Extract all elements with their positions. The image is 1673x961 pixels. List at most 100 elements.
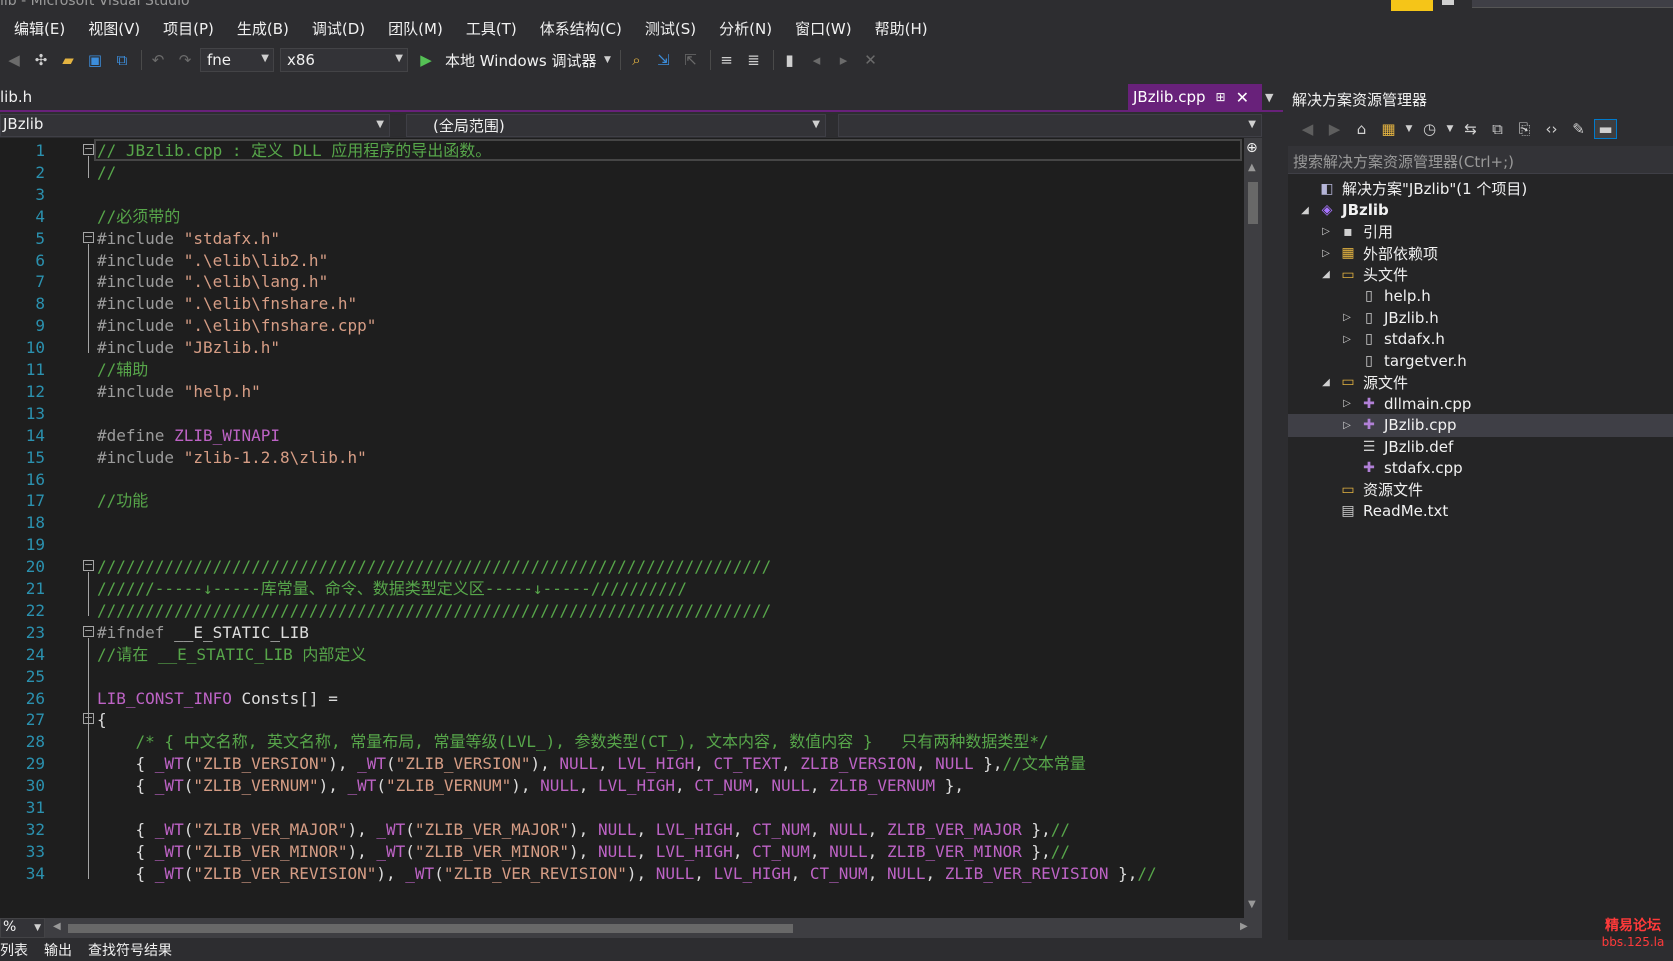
tree-item[interactable]: ▷ ▪ 引用 <box>1288 220 1673 243</box>
project-select[interactable]: JBzlib ▼ <box>0 114 390 137</box>
next-bookmark-icon[interactable]: ▸ <box>832 51 856 69</box>
menu-item[interactable]: 帮助(H) <box>875 18 928 39</box>
menu-item[interactable]: 视图(V) <box>88 18 140 39</box>
tree-item[interactable]: ▷ ▯ stdafx.h <box>1288 328 1673 351</box>
new-project-icon[interactable]: ✣ <box>29 51 53 69</box>
expand-icon[interactable]: ▷ <box>1340 312 1354 323</box>
minimize-icon[interactable] <box>1442 0 1454 5</box>
fold-toggle-icon[interactable]: − <box>83 143 94 155</box>
close-icon[interactable]: ✕ <box>1236 88 1249 107</box>
tree-item[interactable]: ✚ stdafx.cpp <box>1288 457 1673 480</box>
scope-select[interactable]: (全局范围) ▼ <box>406 114 826 137</box>
bottom-tab[interactable]: 列表 <box>0 940 28 960</box>
bookmark-icon[interactable]: ▮ <box>778 51 802 69</box>
find-icon[interactable]: ⌕ <box>625 51 649 69</box>
expand-icon[interactable]: ▷ <box>1340 334 1354 345</box>
tab-overflow-icon[interactable]: ▼ <box>1265 91 1273 104</box>
tree-item[interactable]: ▯ help.h <box>1288 285 1673 308</box>
expand-icon[interactable]: ▷ <box>1319 248 1333 259</box>
preview-icon[interactable]: ▬ <box>1594 119 1617 139</box>
tree-item[interactable]: ◢ ◈ JBzlib <box>1288 199 1673 222</box>
redo-icon[interactable]: ↷ <box>173 51 197 69</box>
tree-item[interactable]: ☰ JBzlib.def <box>1288 435 1673 458</box>
tree-item[interactable]: ▤ ReadMe.txt <box>1288 500 1673 523</box>
save-icon[interactable]: ▣ <box>83 51 107 69</box>
menu-item[interactable]: 生成(B) <box>237 18 289 39</box>
tree-item[interactable]: ▷ ✚ dllmain.cpp <box>1288 392 1673 415</box>
expand-icon[interactable]: ▷ <box>1340 398 1354 409</box>
show-all-files-icon[interactable]: ⎘ <box>1513 120 1536 138</box>
prev-bookmark-icon[interactable]: ◂ <box>805 51 829 69</box>
horizontal-scrollbar[interactable]: % ▼ ◀ ▶ <box>0 918 1262 938</box>
menu-item[interactable]: 窗口(W) <box>795 18 852 39</box>
split-icon[interactable]: ⊕ <box>1246 140 1258 156</box>
vertical-scrollbar[interactable]: ⊕ ▲ ▼ <box>1244 138 1262 918</box>
platform-select[interactable]: x86 ▼ <box>280 48 408 72</box>
chevron-down-icon[interactable]: ▼ <box>603 55 613 65</box>
scroll-left-icon[interactable]: ◀ <box>53 921 61 932</box>
switch-views-icon[interactable]: ▦ <box>1377 120 1400 138</box>
back-icon[interactable]: ◀ <box>1296 120 1319 138</box>
menu-item[interactable]: 项目(P) <box>163 18 214 39</box>
clear-bookmarks-icon[interactable]: ✕ <box>859 51 883 69</box>
step-out-icon[interactable]: ⇱ <box>679 51 703 69</box>
start-debugger-button[interactable]: 本地 Windows 调试器 <box>445 50 597 71</box>
tab-jbzlib-cpp[interactable]: JBzlib.cpp ⊞ ✕ <box>1128 84 1262 110</box>
quick-launch-input[interactable] <box>1472 0 1673 8</box>
home-icon[interactable]: ⌂ <box>1350 120 1373 138</box>
comment-icon[interactable]: ≡ <box>715 51 739 69</box>
collapse-icon[interactable]: ◢ <box>1298 205 1312 216</box>
view-code-icon[interactable]: ‹› <box>1540 120 1563 138</box>
horizontal-scroll-thumb[interactable] <box>68 924 793 933</box>
uncomment-icon[interactable]: ≣ <box>742 51 766 69</box>
scroll-up-icon[interactable]: ▲ <box>1248 162 1256 173</box>
notification-flag-icon[interactable] <box>1391 0 1433 11</box>
properties-icon[interactable]: ✎ <box>1567 120 1590 138</box>
collapse-icon[interactable]: ◢ <box>1319 377 1333 388</box>
chevron-down-icon[interactable]: ▼ <box>1445 124 1455 134</box>
fold-toggle-icon[interactable]: − <box>83 231 94 243</box>
scroll-right-icon[interactable]: ▶ <box>1240 921 1248 932</box>
member-select[interactable]: ▼ <box>838 114 1262 137</box>
step-icon[interactable]: ⇲ <box>652 51 676 69</box>
tree-item[interactable]: ◧ 解决方案"JBzlib"(1 个项目) <box>1288 177 1673 200</box>
fold-toggle-icon[interactable]: − <box>83 559 94 572</box>
menu-item[interactable]: 编辑(E) <box>14 18 65 39</box>
code-editor[interactable]: 1−// JBzlib.cpp : 定义 DLL 应用程序的导出函数。 2//3 4… <box>0 138 1262 918</box>
menu-item[interactable]: 测试(S) <box>645 18 696 39</box>
tree-item[interactable]: ◢ ▭ 头文件 <box>1288 263 1673 286</box>
tree-item[interactable]: ▷ ✚ JBzlib.cpp <box>1288 413 1673 437</box>
sync-icon[interactable]: ⇆ <box>1459 120 1482 138</box>
scroll-thumb[interactable] <box>1248 182 1258 224</box>
tree-item[interactable]: ◢ ▭ 源文件 <box>1288 371 1673 394</box>
tree-item[interactable]: ▷ ▦ 外部依赖项 <box>1288 242 1673 265</box>
bottom-tab[interactable]: 输出 <box>44 940 72 960</box>
scroll-down-icon[interactable]: ▼ <box>1248 899 1256 910</box>
bottom-tab[interactable]: 查找符号结果 <box>88 940 172 960</box>
expand-icon[interactable]: ▷ <box>1319 226 1333 237</box>
menu-item[interactable]: 调试(D) <box>312 18 365 39</box>
open-icon[interactable]: ▰ <box>56 51 80 69</box>
menu-item[interactable]: 团队(M) <box>388 18 443 39</box>
undo-icon[interactable]: ↶ <box>146 51 170 69</box>
forward-icon[interactable]: ▶ <box>1323 120 1346 138</box>
pin-icon[interactable]: ⊞ <box>1216 90 1226 104</box>
collapse-all-icon[interactable]: ⧉ <box>1486 120 1509 138</box>
menu-item[interactable]: 工具(T) <box>466 18 517 39</box>
tree-item[interactable]: ▷ ▯ JBzlib.h <box>1288 306 1673 329</box>
chevron-down-icon[interactable]: ▼ <box>1404 124 1414 134</box>
save-all-icon[interactable]: ⧉ <box>110 51 134 69</box>
back-icon[interactable]: ◀ <box>2 51 26 69</box>
configuration-select[interactable]: fne ▼ <box>200 48 274 72</box>
pending-changes-icon[interactable]: ◷ <box>1418 120 1441 138</box>
tree-item[interactable]: ▯ targetver.h <box>1288 349 1673 372</box>
collapse-icon[interactable]: ◢ <box>1319 269 1333 280</box>
tab-lib-h[interactable]: lib.h <box>0 88 32 106</box>
menu-item[interactable]: 体系结构(C) <box>540 18 622 39</box>
run-icon[interactable]: ▶ <box>414 51 438 69</box>
solution-explorer-search-input[interactable]: 搜索解决方案资源管理器(Ctrl+;) <box>1288 146 1673 174</box>
menu-item[interactable]: 分析(N) <box>719 18 772 39</box>
fold-toggle-icon[interactable]: − <box>83 625 94 637</box>
zoom-select[interactable]: % ▼ <box>0 918 45 938</box>
expand-icon[interactable]: ▷ <box>1340 420 1354 431</box>
